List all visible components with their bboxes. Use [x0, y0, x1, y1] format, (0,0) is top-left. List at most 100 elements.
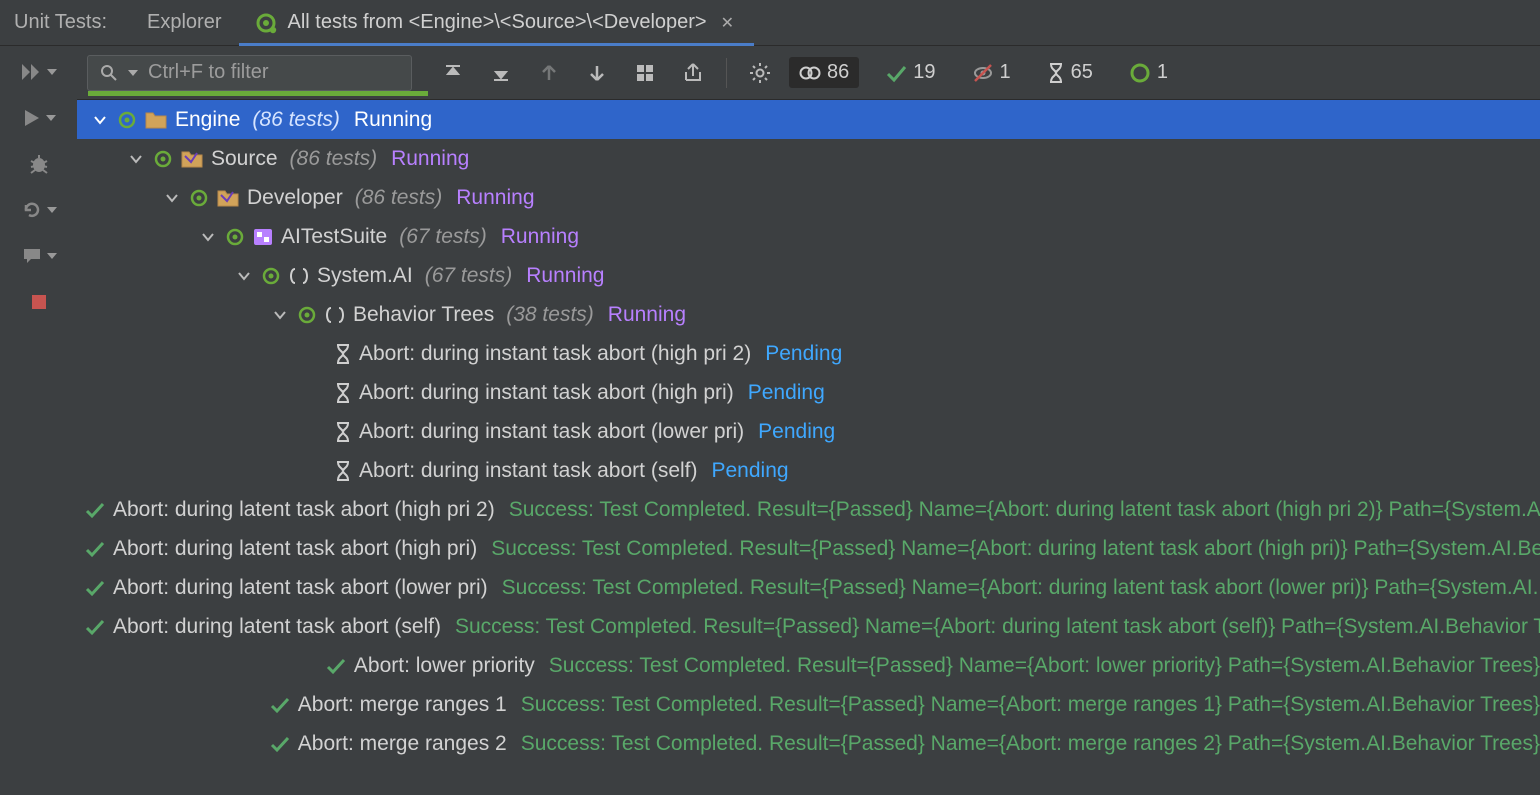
- divider: [726, 58, 727, 88]
- test-name: Abort: during instant task abort (high p…: [359, 342, 751, 366]
- test-name: Abort: during instant task abort (self): [359, 459, 698, 483]
- test-name: Abort: merge ranges 2: [298, 732, 507, 756]
- test-leaf[interactable]: Abort: lower priority Success: Test Comp…: [77, 646, 1540, 685]
- debug-button[interactable]: [0, 150, 77, 178]
- settings-button[interactable]: [741, 54, 779, 92]
- count-passed-value: 19: [913, 61, 935, 84]
- tree-node-system-ai[interactable]: System.AI (67 tests) Running: [77, 256, 1540, 295]
- close-icon[interactable]: ✕: [717, 11, 738, 35]
- chevron-down-icon[interactable]: [235, 267, 253, 285]
- tab-explorer[interactable]: Explorer: [129, 0, 239, 45]
- test-name: Abort: during latent task abort (high pr…: [113, 537, 477, 561]
- tree-node-engine[interactable]: Engine (86 tests) Running: [77, 100, 1540, 139]
- test-status: Pending: [748, 381, 825, 405]
- test-name: Abort: merge ranges 1: [298, 693, 507, 717]
- node-status: Running: [608, 303, 686, 327]
- chevron-down-icon: [47, 253, 57, 259]
- test-status: Pending: [765, 342, 842, 366]
- count-total-value: 86: [827, 61, 849, 84]
- chevron-down-icon: [46, 115, 56, 121]
- test-leaf[interactable]: Abort: merge ranges 2 Success: Test Comp…: [77, 724, 1540, 763]
- check-icon: [85, 579, 105, 597]
- tab-active-label: All tests from <Engine>\<Source>\<Develo…: [287, 11, 706, 34]
- eye-off-icon: [972, 62, 994, 84]
- tree-node-developer[interactable]: Developer (86 tests) Running: [77, 178, 1540, 217]
- run-play-button[interactable]: [0, 104, 77, 132]
- session-tabs: Unit Tests: Explorer All tests from <Eng…: [0, 0, 1540, 46]
- search-input[interactable]: [148, 61, 413, 84]
- count-total[interactable]: 86: [789, 57, 859, 88]
- test-leaf[interactable]: Abort: merge ranges 1 Success: Test Comp…: [77, 685, 1540, 724]
- test-status: Success: Test Completed. Result={Passed}…: [455, 615, 1540, 639]
- chevron-down-icon: [47, 69, 57, 75]
- test-leaf[interactable]: Abort: during instant task abort (high p…: [77, 334, 1540, 373]
- check-icon: [85, 540, 105, 558]
- chevron-down-icon[interactable]: [163, 189, 181, 207]
- test-leaf[interactable]: Abort: during latent task abort (high pr…: [77, 490, 1540, 529]
- tree-node-behavior-trees[interactable]: Behavior Trees (38 tests) Running: [77, 295, 1540, 334]
- next-failed-button[interactable]: [578, 54, 616, 92]
- count-passed[interactable]: 19: [875, 57, 945, 88]
- test-leaf[interactable]: Abort: during latent task abort (lower p…: [77, 568, 1540, 607]
- comment-button[interactable]: [0, 242, 77, 270]
- hourglass-icon: [1047, 62, 1065, 84]
- count-pending[interactable]: 65: [1037, 57, 1103, 88]
- running-icon: [225, 227, 245, 247]
- test-leaf[interactable]: Abort: during latent task abort (high pr…: [77, 529, 1540, 568]
- namespace-icon: [289, 267, 309, 285]
- test-leaf[interactable]: Abort: during instant task abort (high p…: [77, 373, 1540, 412]
- node-count: (38 tests): [506, 303, 594, 327]
- test-name: Abort: during instant task abort (high p…: [359, 381, 734, 405]
- session-toolbar: 86 19 1: [77, 46, 1540, 100]
- collapse-all-button[interactable]: [482, 54, 520, 92]
- stop-button[interactable]: [0, 288, 77, 316]
- running-icon: [261, 266, 281, 286]
- expand-all-button[interactable]: [434, 54, 472, 92]
- test-leaf[interactable]: Abort: during latent task abort (self) S…: [77, 607, 1540, 646]
- tree-node-source[interactable]: Source (86 tests) Running: [77, 139, 1540, 178]
- group-by-button[interactable]: [626, 54, 664, 92]
- chevron-down-icon[interactable]: [271, 306, 289, 324]
- test-tree: Engine (86 tests) Running Source (86 tes…: [77, 100, 1540, 795]
- run-fast-forward-button[interactable]: [0, 58, 77, 86]
- node-name: Behavior Trees: [353, 303, 494, 327]
- node-status: Running: [501, 225, 579, 249]
- count-running-value: 1: [1157, 61, 1168, 84]
- test-leaf[interactable]: Abort: during instant task abort (self) …: [77, 451, 1540, 490]
- check-icon: [85, 618, 105, 636]
- node-name: Source: [211, 147, 278, 171]
- test-name: Abort: during latent task abort (self): [113, 615, 441, 639]
- count-failed[interactable]: 1: [962, 57, 1021, 88]
- node-status: Running: [456, 186, 534, 210]
- prev-failed-button[interactable]: [530, 54, 568, 92]
- count-pending-value: 65: [1071, 61, 1093, 84]
- tab-active-session[interactable]: All tests from <Engine>\<Source>\<Develo…: [239, 0, 754, 45]
- rerun-button[interactable]: [0, 196, 77, 224]
- node-count: (86 tests): [290, 147, 378, 171]
- chevron-down-icon[interactable]: [127, 150, 145, 168]
- search-icon: [100, 64, 118, 82]
- test-status: Success: Test Completed. Result={Passed}…: [521, 693, 1540, 717]
- count-running[interactable]: 1: [1119, 57, 1178, 88]
- total-icon: [799, 62, 821, 84]
- running-test-icon: [255, 12, 277, 34]
- check-icon: [85, 501, 105, 519]
- test-name: Abort: lower priority: [354, 654, 535, 678]
- test-status: Pending: [758, 420, 835, 444]
- chevron-down-icon[interactable]: [91, 111, 109, 129]
- node-count: (67 tests): [425, 264, 513, 288]
- test-status: Pending: [712, 459, 789, 483]
- node-name: System.AI: [317, 264, 413, 288]
- test-leaf[interactable]: Abort: during instant task abort (lower …: [77, 412, 1540, 451]
- export-button[interactable]: [674, 54, 712, 92]
- module-icon: [253, 228, 273, 246]
- chevron-down-icon[interactable]: [199, 228, 217, 246]
- filter-search[interactable]: [87, 55, 412, 91]
- running-icon: [153, 149, 173, 169]
- panel-title: Unit Tests:: [0, 0, 129, 45]
- tab-explorer-label: Explorer: [147, 11, 221, 34]
- tree-node-aitestsuite[interactable]: AITestSuite (67 tests) Running: [77, 217, 1540, 256]
- node-count: (86 tests): [355, 186, 443, 210]
- namespace-icon: [325, 306, 345, 324]
- node-name: Developer: [247, 186, 343, 210]
